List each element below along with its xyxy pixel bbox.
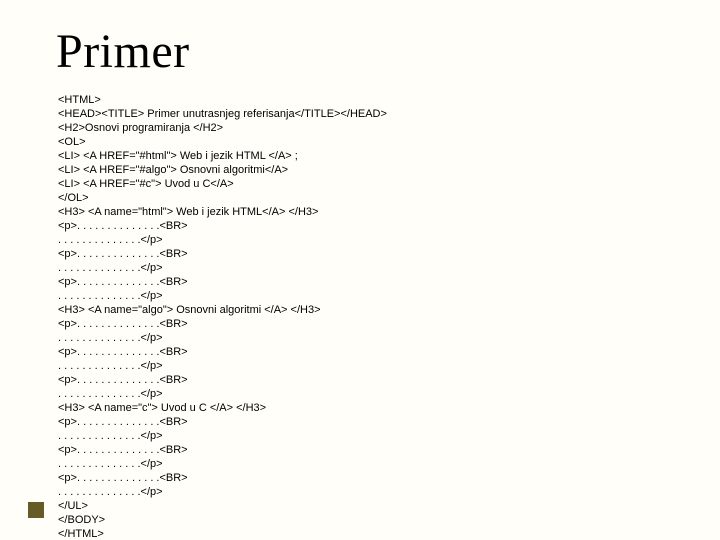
code-block: <HTML> <HEAD><TITLE> Primer unutrasnjeg …: [56, 93, 664, 540]
slide: Primer <HTML> <HEAD><TITLE> Primer unutr…: [0, 0, 720, 540]
accent-square-icon: [28, 502, 44, 518]
slide-title: Primer: [56, 24, 664, 79]
